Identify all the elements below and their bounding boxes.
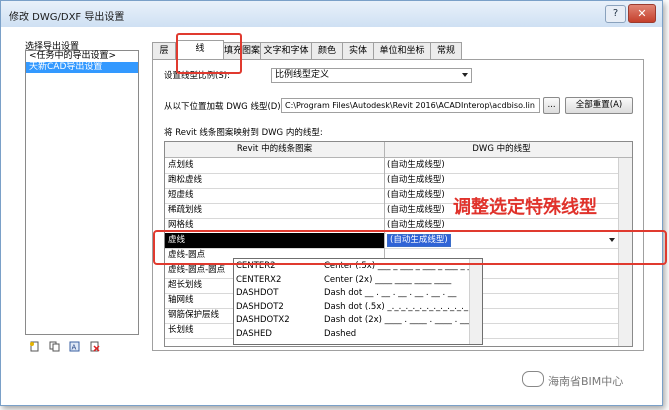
column-header-revit-pattern: Revit 中的线条图案 — [165, 142, 385, 157]
linetype-name: DASHDOT — [236, 288, 279, 298]
tab-text-fonts[interactable]: 文字和字体 — [260, 42, 312, 59]
linetype-name: DASHED — [236, 328, 272, 339]
mapping-label: 将 Revit 线条图案映射到 DWG 内的线型: — [164, 128, 323, 138]
linetype-description: Dash dot (2x) ____ . ____ . ____ . ___ — [324, 315, 473, 325]
annotation-text: 调整选定特殊线型 — [453, 197, 597, 218]
new-setting-icon[interactable] — [29, 341, 40, 352]
dropdown-option[interactable]: CENTERX2 Center (2x) ____ ____ ____ ____ — [234, 274, 482, 286]
settings-item-selected[interactable]: 天新CAD导出设置 — [26, 62, 138, 73]
linetype-name: DASHDOTX2 — [236, 315, 290, 325]
load-linetype-label: 从以下位置加载 DWG 线型(D): — [164, 102, 284, 112]
browse-button[interactable]: ... — [543, 97, 560, 114]
reset-all-button[interactable]: 全部重置(A) — [565, 97, 633, 114]
title-bar: 修改 DWG/DXF 导出设置 ? ✕ — [1, 1, 662, 27]
settings-item-session[interactable]: <任务中的导出设置> — [26, 51, 138, 62]
tab-colors[interactable]: 颜色 — [311, 42, 343, 59]
dropdown-option[interactable]: DASHDOT2 Dash dot (.5x) _._._._._._._._._… — [234, 301, 482, 313]
wechat-icon — [522, 371, 544, 387]
dropdown-scrollbar[interactable] — [469, 259, 482, 344]
duplicate-setting-icon[interactable] — [49, 341, 60, 352]
highlight-box-row — [153, 230, 667, 265]
dropdown-option[interactable]: DASHDOTX2 Dash dot (2x) ____ . ____ . ___… — [234, 314, 482, 326]
close-button[interactable]: ✕ — [628, 4, 656, 23]
dropdown-option[interactable]: DASHED Dashed — [234, 328, 482, 340]
revit-pattern-cell[interactable]: 稀疏划线 — [165, 203, 385, 218]
linetype-file-path-field[interactable]: C:\Program Files\Autodesk\Revit 2016\ACA… — [281, 98, 540, 113]
dwg-linetype-cell[interactable]: (自动生成线型) — [386, 158, 619, 173]
help-button[interactable]: ? — [605, 5, 626, 23]
table-header: Revit 中的线条图案 DWG 中的线型 — [165, 142, 632, 158]
linetype-description: Dashed — [324, 328, 357, 339]
rename-setting-icon[interactable]: A — [69, 341, 80, 352]
tab-units-coordinates[interactable]: 单位和坐标 — [373, 42, 431, 59]
chevron-down-icon — [462, 73, 468, 77]
svg-text:A: A — [71, 344, 76, 352]
linetype-name: CENTERX2 — [236, 274, 282, 285]
table-row[interactable]: 点划线 (自动生成线型) — [165, 158, 632, 174]
export-settings-list[interactable]: <任务中的导出设置> 天新CAD导出设置 — [25, 50, 139, 335]
linetype-description: Dash dot __ . __ . __ . __ . __ . __ — [324, 288, 457, 298]
dialog-window: 修改 DWG/DXF 导出设置 ? ✕ 选择导出设置 <任务中的导出设置> 天新… — [0, 0, 667, 406]
dwg-linetype-cell[interactable]: (自动生成线型) — [386, 173, 619, 188]
tab-general[interactable]: 常规 — [430, 42, 462, 59]
dropdown-option[interactable]: DASHDOT Dash dot __ . __ . __ . __ . __ .… — [234, 287, 482, 299]
highlight-box-tab — [176, 33, 242, 74]
window-title: 修改 DWG/DXF 导出设置 — [9, 12, 125, 23]
watermark-text: 海南省BIM中心 — [548, 375, 624, 388]
revit-pattern-cell[interactable]: 点划线 — [165, 158, 385, 173]
linetype-dropdown-list[interactable]: CENTER2 Center (.5x) ___ _ ___ _ ___ _ __… — [233, 258, 483, 345]
table-row[interactable]: 跑松虚线 (自动生成线型) — [165, 173, 632, 189]
linetype-name: DASHDOT2 — [236, 301, 284, 312]
linetype-description: Dash dot (.5x) _._._._._._._._._._._._ — [324, 301, 469, 312]
settings-toolbar: A — [29, 341, 106, 355]
delete-setting-icon[interactable] — [89, 341, 100, 352]
linetype-scale-value: 比例线型定义 — [275, 70, 330, 80]
tab-solids[interactable]: 实体 — [342, 42, 374, 59]
revit-pattern-cell[interactable]: 跑松虚线 — [165, 173, 385, 188]
revit-pattern-cell[interactable]: 短虚线 — [165, 188, 385, 203]
linetype-scale-select[interactable]: 比例线型定义 — [271, 68, 472, 83]
linetype-description: Center (2x) ____ ____ ____ ____ — [324, 274, 452, 285]
column-header-dwg-linetype: DWG 中的线型 — [472, 144, 531, 154]
tab-layers[interactable]: 层 — [152, 42, 176, 59]
